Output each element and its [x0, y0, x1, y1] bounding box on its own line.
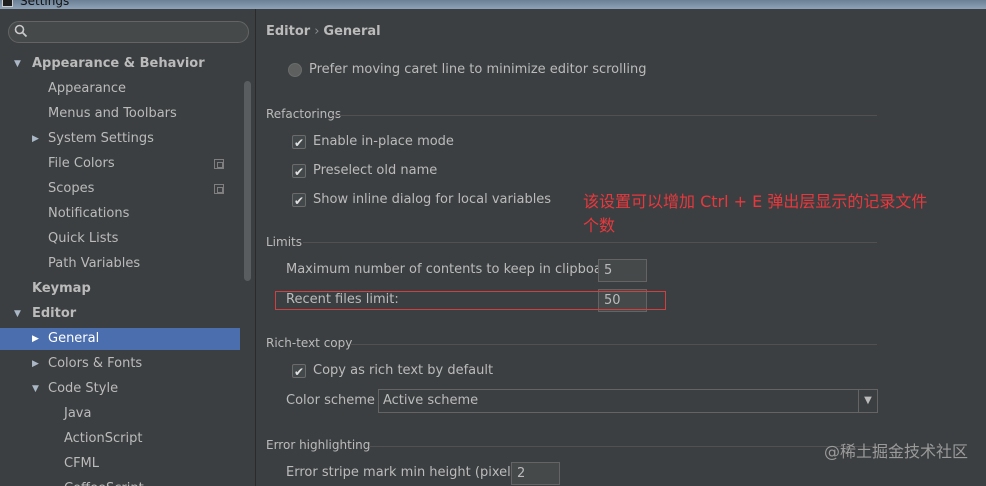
color-scheme-label: Color scheme — [286, 393, 375, 408]
sidebar-item-label: Scopes — [48, 181, 95, 196]
color-scheme-value: Active scheme — [383, 393, 479, 408]
breadcrumb-parent[interactable]: Editor — [266, 24, 310, 39]
preselect-old-name-label: Preselect old name — [313, 163, 438, 178]
expanded-arrow-icon[interactable]: ▼ — [14, 303, 21, 325]
enable-inplace-label: Enable in-place mode — [313, 134, 454, 149]
sidebar-item-file-colors[interactable]: File Colors — [0, 153, 240, 175]
sidebar-item-actionscript[interactable]: ActionScript — [0, 428, 240, 450]
inline-dialog-checkbox[interactable]: ✔ — [292, 193, 306, 208]
sidebar-item-label: ActionScript — [64, 431, 143, 446]
window-title-bar: Settings — [0, 0, 986, 9]
check-icon: ✔ — [294, 365, 305, 379]
expanded-arrow-icon[interactable]: ▼ — [14, 53, 21, 75]
copy-rich-text-checkbox[interactable]: ✔ — [292, 364, 306, 379]
sidebar-item-label: File Colors — [48, 156, 115, 171]
sidebar-item-coffeescript[interactable]: CoffeeScript — [0, 478, 240, 486]
sidebar-scrollbar[interactable] — [244, 81, 251, 281]
search-input[interactable] — [8, 21, 249, 43]
prefer-caret-label: Prefer moving caret line to minimize edi… — [309, 62, 647, 77]
error-highlighting-divider — [369, 446, 877, 447]
sidebar-item-notifications[interactable]: Notifications — [0, 203, 240, 225]
sidebar-item-label: Java — [64, 406, 92, 421]
check-icon: ✔ — [294, 165, 305, 179]
window-title: Settings — [20, 0, 70, 8]
sidebar-item-label: Path Variables — [48, 256, 141, 271]
sidebar-item-label: System Settings — [48, 131, 154, 146]
sidebar-item-quick-lists[interactable]: Quick Lists — [0, 228, 240, 250]
sidebar-item-label: Notifications — [48, 206, 130, 221]
sidebar-item-path-variables[interactable]: Path Variables — [0, 253, 240, 275]
copy-icon — [214, 184, 224, 194]
search-icon — [14, 24, 28, 38]
sidebar-item-label: CoffeeScript — [64, 478, 144, 486]
sidebar-item-label: Code Style — [48, 381, 119, 396]
sidebar-item-label: General — [48, 331, 100, 346]
clipboard-limit-label: Maximum number of contents to keep in cl… — [286, 262, 620, 277]
sidebar-item-label: Editor — [32, 306, 77, 321]
sidebar-item-label: Menus and Toolbars — [48, 106, 177, 121]
limits-divider — [303, 242, 877, 243]
sidebar-item-scopes[interactable]: Scopes — [0, 178, 240, 200]
collapsed-arrow-icon[interactable]: ▶ — [32, 128, 39, 150]
sidebar-item-colors-fonts[interactable]: ▶ Colors & Fonts — [0, 353, 240, 375]
rich-text-section-title: Rich-text copy — [266, 336, 353, 350]
check-icon: ✔ — [294, 194, 305, 208]
app-icon — [2, 0, 13, 7]
collapsed-arrow-icon[interactable]: ▶ — [32, 353, 39, 375]
refactorings-divider — [332, 115, 877, 116]
rich-text-divider — [350, 344, 877, 345]
sidebar-item-code-style[interactable]: ▼ Code Style — [0, 378, 240, 400]
sidebar-item-system-settings[interactable]: ▶ System Settings — [0, 128, 240, 150]
breadcrumb-current: General — [323, 24, 381, 39]
error-stripe-label: Error stripe mark min height (pixels): — [286, 465, 527, 480]
check-icon: ✔ — [294, 136, 305, 150]
preselect-old-name-checkbox[interactable]: ✔ — [292, 164, 306, 179]
sidebar-item-label: Quick Lists — [48, 231, 119, 246]
sidebar-item-label: Keymap — [32, 281, 91, 296]
error-highlighting-section-title: Error highlighting — [266, 438, 371, 452]
sidebar-item-label: CFML — [64, 456, 100, 471]
sidebar-item-label: Colors & Fonts — [48, 356, 143, 371]
annotation-line-1: 该设置可以增加 Ctrl + E 弹出层显示的记录文件 — [583, 192, 928, 211]
prefer-caret-radio[interactable] — [288, 63, 302, 77]
color-scheme-select[interactable]: Active scheme ▼ — [378, 389, 878, 413]
collapsed-arrow-icon[interactable]: ▶ — [32, 328, 39, 350]
refactorings-section-title: Refactorings — [266, 107, 342, 121]
dropdown-arrow-icon[interactable]: ▼ — [858, 390, 877, 412]
settings-sidebar: ▼ Appearance & Behavior Appearance Menus an… — [0, 9, 256, 486]
sidebar-item-label: Appearance — [48, 81, 127, 96]
clipboard-limit-input[interactable]: 5 — [598, 259, 647, 282]
sidebar-item-appearance[interactable]: Appearance — [0, 78, 240, 100]
highlight-box — [275, 291, 666, 310]
copy-rich-text-label: Copy as rich text by default — [313, 363, 494, 378]
inline-dialog-label: Show inline dialog for local variables — [313, 192, 552, 207]
breadcrumb: Editor › General — [266, 24, 381, 39]
sidebar-item-appearance-behavior[interactable]: ▼ Appearance & Behavior — [0, 53, 240, 75]
copy-icon — [214, 159, 224, 169]
sidebar-item-general[interactable]: ▶ General — [0, 328, 240, 350]
watermark: @稀土掘金技术社区 — [823, 442, 968, 461]
enable-inplace-checkbox[interactable]: ✔ — [292, 135, 306, 150]
sidebar-item-editor[interactable]: ▼ Editor — [0, 303, 240, 325]
sidebar-item-java[interactable]: Java — [0, 403, 240, 425]
limits-section-title: Limits — [266, 235, 302, 249]
error-stripe-input[interactable]: 2 — [511, 462, 560, 485]
settings-panel: Editor › General Prefer moving caret line … — [257, 9, 986, 486]
breadcrumb-separator: › — [314, 24, 320, 39]
sidebar-item-cfml[interactable]: CFML — [0, 453, 240, 475]
sidebar-item-menus-and-toolbars[interactable]: Menus and Toolbars — [0, 103, 240, 125]
sidebar-item-label: Appearance & Behavior — [32, 56, 205, 71]
expanded-arrow-icon[interactable]: ▼ — [32, 378, 39, 400]
annotation-line-2: 个数 — [583, 216, 616, 235]
sidebar-item-keymap[interactable]: Keymap — [0, 278, 240, 300]
